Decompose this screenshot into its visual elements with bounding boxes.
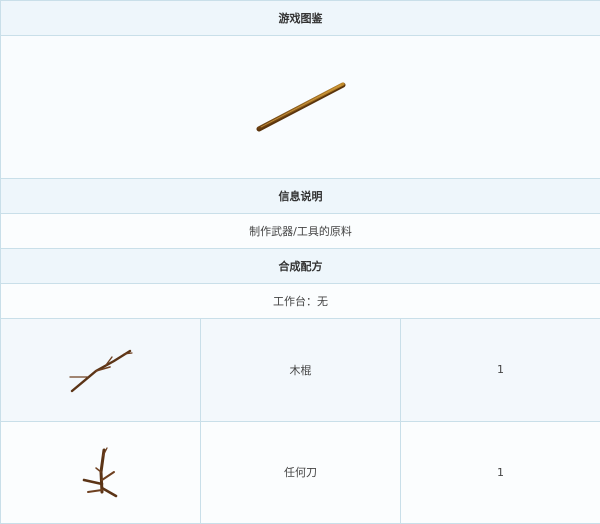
ingredient-name: 木棍 [200, 318, 401, 422]
info-text: 制作武器/工具的原料 [0, 212, 600, 249]
ingredient-name: 任何刀 [200, 420, 401, 524]
gallery-title: 游戏图鉴 [0, 0, 600, 37]
info-title: 信息说明 [0, 177, 600, 214]
item-image-cell [0, 35, 600, 179]
wooden-stick-icon [256, 82, 345, 132]
ingredient-qty: 1 [400, 318, 600, 422]
twig-icon [82, 447, 117, 498]
workbench-text: 工作台：无 [0, 283, 600, 320]
item-info-table: 游戏图鉴 信息说明 制作武器/工具的原料 合成配方 工作台：无 木棍 1 任何刀… [0, 0, 600, 524]
branch-icon [68, 349, 133, 393]
ingredient-qty: 1 [400, 420, 600, 524]
ingredient-icon-cell [0, 318, 201, 422]
recipe-title: 合成配方 [0, 247, 600, 285]
ingredient-row: 任何刀 1 [0, 420, 600, 524]
ingredient-row: 木棍 1 [0, 318, 600, 422]
ingredient-icon-cell [0, 420, 201, 524]
